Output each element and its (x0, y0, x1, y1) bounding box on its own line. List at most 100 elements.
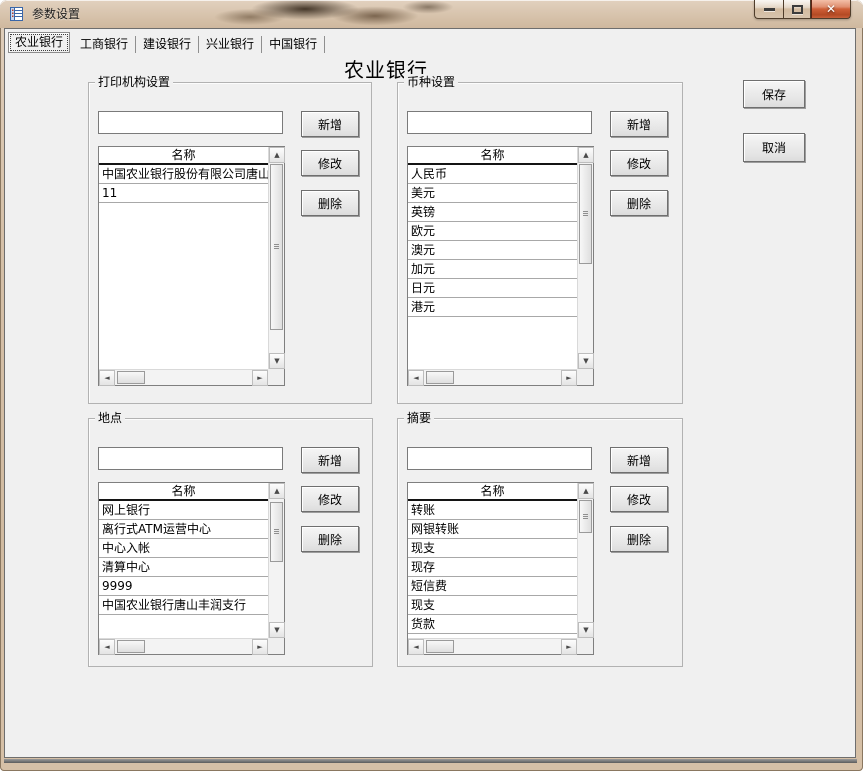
scroll-thumb[interactable] (117, 371, 145, 384)
scroll-down-icon[interactable]: ▼ (269, 353, 285, 369)
add-button[interactable]: 新增 (610, 447, 668, 473)
add-button[interactable]: 新增 (301, 447, 359, 473)
tab-icbc-bank[interactable]: 工商银行 (73, 36, 137, 53)
list-item[interactable]: 港元 (408, 298, 577, 317)
scroll-up-icon[interactable]: ▲ (578, 147, 594, 163)
list-column-header[interactable]: 名称 (408, 147, 577, 165)
list-item[interactable]: 货款 (408, 615, 577, 634)
edit-button[interactable]: 修改 (301, 486, 359, 512)
list-item[interactable]: 网上银行 (99, 501, 268, 520)
list-item[interactable]: 中心入帐 (99, 539, 268, 558)
print-institution-input[interactable] (98, 111, 283, 134)
scroll-right-icon[interactable]: ► (252, 639, 268, 655)
scroll-track[interactable] (424, 370, 561, 385)
list-column-header[interactable]: 名称 (408, 483, 577, 501)
tab-industrial-bank[interactable]: 兴业银行 (199, 36, 263, 53)
save-button[interactable]: 保存 (743, 80, 805, 108)
list-item[interactable]: 欧元 (408, 222, 577, 241)
edit-button[interactable]: 修改 (301, 150, 359, 176)
add-button[interactable]: 新增 (301, 111, 359, 137)
list-column-header[interactable]: 名称 (99, 483, 268, 501)
list-item[interactable]: 现支 (408, 596, 577, 615)
scroll-thumb[interactable] (117, 640, 145, 653)
scroll-right-icon[interactable]: ► (561, 639, 577, 655)
scroll-thumb[interactable] (426, 640, 454, 653)
summary-input[interactable] (407, 447, 592, 470)
add-button[interactable]: 新增 (610, 111, 668, 137)
list-item[interactable]: 转账 (408, 501, 577, 520)
scroll-right-icon[interactable]: ► (561, 370, 577, 386)
scroll-thumb[interactable] (270, 502, 283, 562)
tab-agricultural-bank[interactable]: 农业银行 (8, 32, 71, 53)
scroll-left-icon[interactable]: ◄ (99, 370, 115, 386)
scroll-thumb[interactable] (579, 500, 592, 533)
scroll-up-icon[interactable]: ▲ (269, 147, 285, 163)
horizontal-scrollbar[interactable]: ◄ ► (99, 638, 268, 655)
vertical-scrollbar[interactable]: ▲ ▼ (577, 147, 594, 369)
currency-input[interactable] (407, 111, 592, 134)
scroll-down-icon[interactable]: ▼ (578, 622, 594, 638)
list-item[interactable]: 澳元 (408, 241, 577, 260)
maximize-button[interactable] (783, 0, 811, 19)
scroll-track[interactable] (269, 163, 284, 353)
caption-buttons: ✕ (754, 0, 851, 19)
scroll-track[interactable] (578, 499, 593, 622)
list-item[interactable]: 美元 (408, 184, 577, 203)
list-item[interactable]: 日元 (408, 279, 577, 298)
scroll-track[interactable] (115, 370, 252, 385)
list-item[interactable]: 9999 (99, 577, 268, 596)
delete-button[interactable]: 删除 (301, 526, 359, 552)
tab-construction-bank[interactable]: 建设银行 (136, 36, 200, 53)
vertical-scrollbar[interactable]: ▲ ▼ (268, 483, 285, 638)
list-item[interactable]: 清算中心 (99, 558, 268, 577)
horizontal-scrollbar[interactable]: ◄ ► (408, 369, 577, 386)
vertical-scrollbar[interactable]: ▲ ▼ (577, 483, 594, 638)
scroll-right-icon[interactable]: ► (252, 370, 268, 386)
scroll-left-icon[interactable]: ◄ (408, 370, 424, 386)
list-item[interactable]: 中国农业银行唐山丰润支行 (99, 596, 268, 615)
vertical-scrollbar[interactable]: ▲ ▼ (268, 147, 285, 369)
location-input[interactable] (98, 447, 283, 470)
scroll-track[interactable] (578, 163, 593, 353)
scroll-left-icon[interactable]: ◄ (408, 639, 424, 655)
delete-button[interactable]: 删除 (610, 526, 668, 552)
list-column-header[interactable]: 名称 (99, 147, 268, 165)
titlebar[interactable]: 参数设置 ✕ (0, 0, 863, 28)
scroll-thumb[interactable] (426, 371, 454, 384)
edit-button[interactable]: 修改 (610, 150, 668, 176)
cancel-button[interactable]: 取消 (743, 133, 805, 162)
list-item[interactable]: 人民币 (408, 165, 577, 184)
group-currency: 币种设置 新增 修改 删除 名称 人民币 美元 英镑 欧元 澳元 加元 日元 港元 ▲ ▼ ◄ (397, 74, 683, 404)
group-print-institution: 打印机构设置 新增 修改 删除 名称 中国农业银行股份有限公司唐山 11 ▲ ▼ … (88, 74, 372, 404)
edit-button[interactable]: 修改 (610, 486, 668, 512)
delete-button[interactable]: 删除 (301, 190, 359, 216)
app-icon[interactable] (9, 6, 25, 22)
list-item[interactable]: 离行式ATM运营中心 (99, 520, 268, 539)
group-location: 地点 新增 修改 删除 名称 网上银行 离行式ATM运营中心 中心入帐 清算中心 999… (88, 410, 373, 667)
horizontal-scrollbar[interactable]: ◄ ► (99, 369, 268, 386)
list-item[interactable]: 11 (99, 184, 268, 203)
scroll-track[interactable] (269, 499, 284, 622)
scroll-up-icon[interactable]: ▲ (269, 483, 285, 499)
list-item[interactable]: 现存 (408, 558, 577, 577)
tab-bank-of-china[interactable]: 中国银行 (262, 36, 326, 53)
scroll-track[interactable] (424, 639, 561, 654)
list-item[interactable]: 英镑 (408, 203, 577, 222)
scroll-thumb[interactable] (579, 164, 592, 264)
scroll-down-icon[interactable]: ▼ (269, 622, 285, 638)
list-item[interactable]: 加元 (408, 260, 577, 279)
scroll-thumb[interactable] (270, 164, 283, 330)
scroll-left-icon[interactable]: ◄ (99, 639, 115, 655)
close-button[interactable]: ✕ (811, 0, 851, 19)
scroll-up-icon[interactable]: ▲ (578, 483, 594, 499)
tab-strip: 农业银行 工商银行 建设银行 兴业银行 中国银行 (8, 32, 326, 53)
list-item[interactable]: 短信费 (408, 577, 577, 596)
delete-button[interactable]: 删除 (610, 190, 668, 216)
list-item[interactable]: 中国农业银行股份有限公司唐山 (99, 165, 268, 184)
minimize-button[interactable] (754, 0, 783, 19)
list-item[interactable]: 网银转账 (408, 520, 577, 539)
list-item[interactable]: 现支 (408, 539, 577, 558)
scroll-down-icon[interactable]: ▼ (578, 353, 594, 369)
horizontal-scrollbar[interactable]: ◄ ► (408, 638, 577, 655)
scroll-track[interactable] (115, 639, 252, 654)
